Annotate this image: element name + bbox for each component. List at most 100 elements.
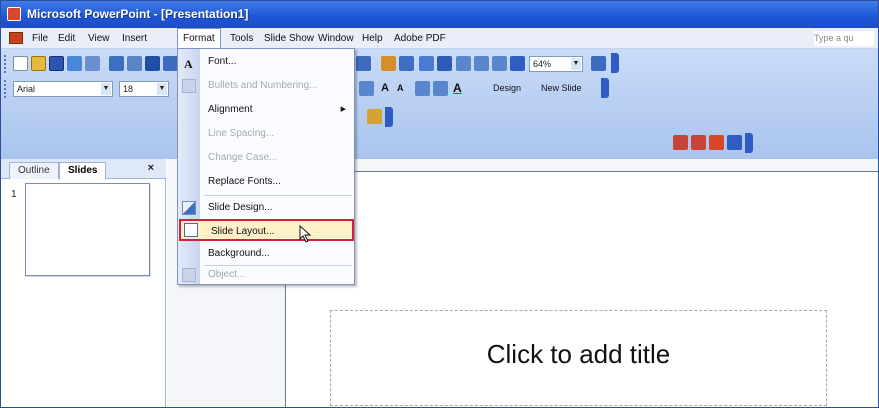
menu-file[interactable]: File bbox=[27, 28, 53, 49]
close-icon[interactable]: × bbox=[148, 162, 154, 174]
menu-edit[interactable]: Edit bbox=[53, 28, 80, 49]
menu-item-label: Object... bbox=[208, 269, 246, 280]
menu-item-label: Line Spacing... bbox=[208, 128, 275, 139]
increase-indent-icon[interactable] bbox=[433, 81, 448, 96]
chart-icon[interactable] bbox=[381, 56, 396, 71]
toolbar-grip-icon[interactable] bbox=[4, 55, 7, 73]
expand-all-icon[interactable] bbox=[456, 56, 471, 71]
mouse-cursor-icon bbox=[299, 225, 312, 243]
menu-item-bullets[interactable]: Bullets and Numbering... bbox=[178, 75, 354, 97]
help-icon[interactable] bbox=[591, 56, 606, 71]
design-label: Design bbox=[493, 83, 522, 93]
save-icon[interactable] bbox=[49, 56, 64, 71]
research-icon[interactable] bbox=[163, 56, 178, 71]
align-right-icon[interactable] bbox=[359, 81, 374, 96]
menu-item-change-case[interactable]: Change Case... bbox=[178, 147, 354, 169]
menu-insert[interactable]: Insert bbox=[117, 28, 175, 49]
toolbar-options-icon[interactable] bbox=[601, 78, 609, 98]
print-preview-icon[interactable] bbox=[127, 56, 142, 71]
reviewers-icon[interactable] bbox=[691, 135, 706, 150]
undo-icon[interactable] bbox=[356, 56, 371, 71]
open-folder-icon[interactable] bbox=[31, 56, 46, 71]
toolbar-options-icon[interactable] bbox=[745, 133, 753, 153]
slide-canvas[interactable]: Click to add title bbox=[285, 171, 878, 407]
chevron-down-icon[interactable]: ▼ bbox=[101, 83, 111, 95]
menu-item-label: Alignment bbox=[208, 104, 253, 115]
chevron-down-icon[interactable]: ▼ bbox=[571, 58, 581, 70]
menu-format[interactable]: Format bbox=[177, 28, 221, 49]
menu-item-background[interactable]: Background... bbox=[178, 243, 354, 265]
slide-layout-icon bbox=[184, 223, 198, 237]
format-menu: A Font... Bullets and Numbering... Align… bbox=[177, 48, 355, 285]
reviewing-toolbar bbox=[1, 131, 878, 155]
font-color-icon[interactable]: A bbox=[453, 81, 462, 95]
decrease-indent-icon[interactable] bbox=[415, 81, 430, 96]
show-formatting-icon[interactable] bbox=[474, 56, 489, 71]
toolbar-options-icon[interactable] bbox=[385, 107, 393, 127]
menu-item-replace-fonts[interactable]: Replace Fonts... bbox=[178, 171, 354, 193]
markup-icon[interactable] bbox=[673, 135, 688, 150]
title-placeholder[interactable]: Click to add title bbox=[330, 310, 827, 406]
submenu-arrow-icon: ▶ bbox=[340, 106, 346, 113]
object-icon bbox=[182, 268, 196, 282]
title-placeholder-text: Click to add title bbox=[486, 339, 671, 369]
hyperlink-icon[interactable] bbox=[437, 56, 452, 71]
print-icon[interactable] bbox=[109, 56, 124, 71]
design-button[interactable]: Design bbox=[493, 83, 521, 93]
menu-adobe-pdf[interactable]: Adobe PDF bbox=[389, 28, 451, 49]
font-name-value: Arial bbox=[17, 84, 36, 94]
font-size-select[interactable]: 18 ▼ bbox=[119, 81, 169, 97]
menu-bar: File Edit View Insert Format Tools Slide… bbox=[1, 28, 878, 49]
menu-item-label: Replace Fonts... bbox=[208, 176, 281, 187]
slides-pane: Outline Slides × 1 bbox=[1, 159, 166, 407]
spelling-icon[interactable] bbox=[145, 56, 160, 71]
font-a-icon: A bbox=[184, 57, 193, 71]
menu-help[interactable]: Help bbox=[357, 28, 388, 49]
decrease-font-icon[interactable]: A bbox=[397, 83, 404, 93]
menu-item-slide-design[interactable]: Slide Design... bbox=[178, 197, 354, 219]
help-search-input[interactable]: Type a qu bbox=[814, 31, 874, 46]
tables-borders-icon[interactable] bbox=[419, 56, 434, 71]
toolbar-options-icon[interactable] bbox=[611, 53, 619, 73]
menu-tools[interactable]: Tools bbox=[225, 28, 258, 49]
menu-item-label: Background... bbox=[208, 248, 270, 259]
email-icon[interactable] bbox=[85, 56, 100, 71]
zoom-value: 64% bbox=[533, 59, 552, 69]
toolbar-area: 64% ▼ Arial ▼ 18 ▼ A A A Design New Slid… bbox=[1, 49, 878, 159]
title-bar: Microsoft PowerPoint - [Presentation1] bbox=[1, 1, 878, 28]
menu-item-object[interactable]: Object... bbox=[178, 264, 354, 286]
new-document-icon[interactable] bbox=[13, 56, 28, 71]
apply-changes-icon[interactable] bbox=[727, 135, 742, 150]
menu-item-slide-layout[interactable]: Slide Layout... bbox=[179, 219, 354, 241]
font-name-select[interactable]: Arial ▼ bbox=[13, 81, 113, 97]
increase-font-icon[interactable]: A bbox=[381, 82, 389, 94]
table-icon[interactable] bbox=[399, 56, 414, 71]
document-icon[interactable] bbox=[9, 32, 23, 44]
pane-tabs: Outline Slides × bbox=[1, 159, 166, 180]
menu-item-line-spacing[interactable]: Line Spacing... bbox=[178, 123, 354, 145]
menu-window[interactable]: Window bbox=[313, 28, 359, 49]
color-grayscale-icon[interactable] bbox=[510, 56, 525, 71]
next-item-icon[interactable] bbox=[709, 135, 724, 150]
toolbar-grip-icon[interactable] bbox=[4, 80, 7, 98]
grid-icon[interactable] bbox=[492, 56, 507, 71]
chevron-down-icon[interactable] bbox=[473, 83, 481, 93]
powerpoint-window: Microsoft PowerPoint - [Presentation1] F… bbox=[0, 0, 879, 408]
menu-item-alignment[interactable]: Alignment ▶ bbox=[178, 99, 354, 121]
menu-item-label: Slide Layout... bbox=[211, 226, 275, 237]
standard-toolbar: 64% ▼ bbox=[1, 52, 878, 76]
tab-slides[interactable]: Slides bbox=[59, 162, 107, 180]
slide-thumbnail[interactable] bbox=[25, 183, 150, 276]
powerpoint-app-icon[interactable] bbox=[7, 7, 21, 21]
new-slide-button[interactable]: New Slide bbox=[541, 83, 582, 93]
menu-item-font[interactable]: A Font... bbox=[178, 51, 354, 73]
chevron-down-icon[interactable]: ▼ bbox=[157, 83, 167, 95]
slide-number: 1 bbox=[11, 189, 17, 200]
picture-icon[interactable] bbox=[367, 109, 382, 124]
formatting-toolbar: Arial ▼ 18 ▼ A A A Design New Slide bbox=[1, 77, 878, 101]
permission-icon[interactable] bbox=[67, 56, 82, 71]
menu-view[interactable]: View bbox=[83, 28, 115, 49]
tab-outline[interactable]: Outline bbox=[9, 162, 59, 179]
zoom-select[interactable]: 64% ▼ bbox=[529, 56, 583, 72]
menu-slide-show[interactable]: Slide Show bbox=[259, 28, 319, 49]
